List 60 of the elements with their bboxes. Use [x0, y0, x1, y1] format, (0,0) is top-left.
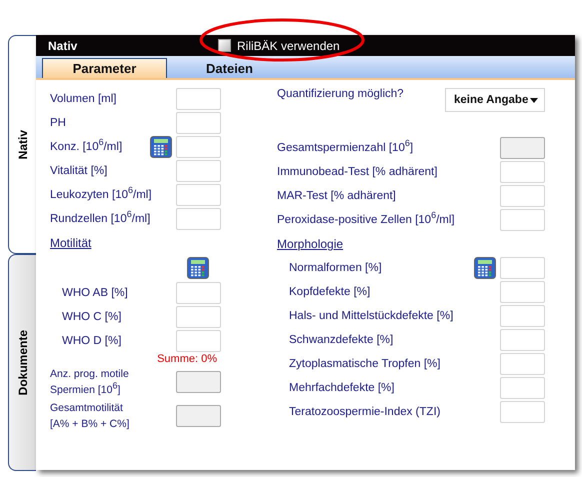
field-label: Volumen [ml]	[50, 93, 118, 105]
input-field[interactable]	[176, 371, 221, 393]
field-label: Normalformen [%]	[289, 262, 383, 274]
input-field[interactable]	[176, 184, 221, 206]
input-field[interactable]	[500, 137, 545, 159]
input-field[interactable]	[500, 401, 545, 423]
checkbox[interactable]	[218, 39, 231, 52]
field-label: Leukozyten [10$^{6}$/ml]	[50, 189, 152, 201]
tab[interactable]: Parameter	[42, 58, 167, 78]
input-field[interactable]	[176, 208, 221, 230]
field-label: Mehrfachdefekte [%]	[289, 382, 396, 394]
input-field[interactable]	[500, 257, 545, 279]
side-tab[interactable]: Dokumente	[8, 254, 36, 471]
section-heading: Motilität	[50, 236, 92, 250]
input-field[interactable]	[176, 282, 221, 304]
input-field[interactable]	[500, 377, 545, 399]
input-field[interactable]	[500, 209, 545, 231]
field-label: Vitalität [%]	[50, 165, 108, 177]
field-label: Gesamtspermienzahl [10$^{6}$]	[277, 142, 414, 154]
input-field[interactable]	[176, 160, 221, 182]
field-label: Teratozoospermie-Index (TZI)	[289, 406, 440, 418]
field-label: Immunobead-Test [% adhärent]	[277, 166, 438, 178]
calculator-icon[interactable]	[474, 257, 496, 279]
panel-title: Nativ	[48, 38, 78, 52]
calculator-icon[interactable]	[150, 136, 172, 158]
field-label: Konz. [10$^{6}$/ml]	[50, 141, 124, 153]
field-label: Gesamtmotilität [A% + B% + C%]	[50, 401, 130, 432]
field-label: WHO AB [%]	[62, 287, 129, 299]
input-field[interactable]	[500, 161, 545, 183]
field-label: Rundzellen [10$^{6}$/ml]	[50, 213, 150, 225]
caret-icon	[530, 98, 538, 102]
field-label: Quantifizierung möglich?	[277, 88, 405, 100]
tab[interactable]: Dateien	[167, 58, 292, 78]
input-field[interactable]	[176, 88, 221, 110]
field-label: Kopfdefekte [%]	[289, 286, 372, 298]
field-label: Zytoplasmatische Tropfen [%]	[289, 358, 440, 370]
input-field[interactable]	[176, 330, 221, 352]
input-field[interactable]	[176, 306, 221, 328]
input-field[interactable]	[500, 305, 545, 327]
input-field[interactable]	[176, 405, 221, 427]
input-field[interactable]	[500, 281, 545, 303]
input-field[interactable]	[500, 185, 545, 207]
section-heading: Morphologie	[277, 237, 344, 251]
calculator-icon[interactable]	[187, 257, 209, 279]
field-label: WHO C [%]	[62, 311, 122, 323]
field-label: Peroxidase-positive Zellen [10$^{6}$/ml]	[277, 214, 455, 226]
field-label: Anz. prog. motile Spermien [10$^{6}$]	[50, 367, 130, 398]
input-field[interactable]	[176, 136, 221, 158]
field-label: Schwanzdefekte [%]	[289, 334, 394, 346]
input-field[interactable]	[500, 353, 545, 375]
side-tab[interactable]: Nativ	[8, 35, 36, 254]
field-label: Hals- und Mittelstückdefekte [%]	[289, 310, 454, 322]
field-label: WHO D [%]	[62, 335, 122, 347]
field-label: MAR-Test [% adhärent]	[277, 190, 397, 202]
dropdown[interactable]: keine Angabe	[445, 88, 545, 112]
input-field[interactable]	[500, 329, 545, 351]
checkbox-label: RiliBÄK verwenden	[237, 38, 340, 52]
sum-text: Summe: 0%	[157, 353, 217, 365]
field-label: PH	[50, 117, 67, 129]
input-field[interactable]	[176, 112, 221, 134]
